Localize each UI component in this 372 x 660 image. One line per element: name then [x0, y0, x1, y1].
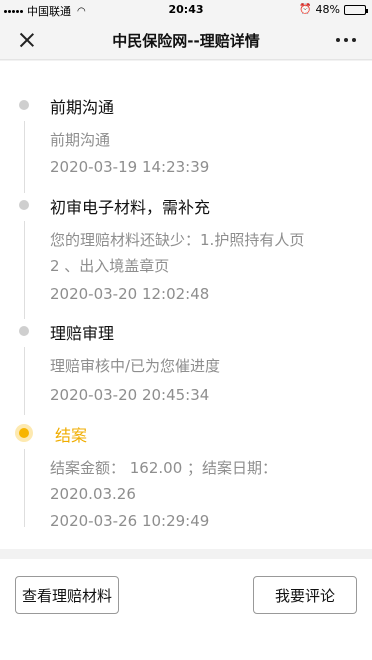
- step-time: 2020-03-20 12:02:48: [50, 285, 210, 303]
- step-dot: [19, 326, 29, 336]
- comment-button[interactable]: 我要评论: [253, 576, 357, 614]
- claim-timeline: 前期沟通 前期沟通 2020-03-19 14:23:39 初审电子材料，需补充…: [0, 61, 372, 549]
- step-dot: [19, 200, 29, 210]
- step-time: 2020-03-19 14:23:39: [50, 158, 210, 176]
- close-icon[interactable]: [14, 27, 40, 53]
- step-detail: 理赔审核中/已为您催进度: [50, 357, 221, 375]
- step-detail: 结案金额： 162.00 ；结案日期： 2020.03.26: [50, 459, 278, 503]
- step-line: [24, 449, 25, 527]
- step-title: 理赔审理: [50, 324, 115, 343]
- battery-percent: 48%: [315, 3, 340, 16]
- view-materials-button[interactable]: 查看理赔材料: [15, 576, 119, 614]
- step-title: 前期沟通: [50, 98, 115, 117]
- more-icon[interactable]: [336, 38, 356, 42]
- step-dot-active: [19, 428, 29, 438]
- step-line: [24, 347, 25, 415]
- step-time: 2020-03-26 10:29:49: [50, 512, 210, 530]
- action-bar: 查看理赔材料 我要评论: [0, 559, 372, 660]
- status-right: ⏰ 48%: [299, 3, 368, 16]
- alarm-icon: ⏰: [299, 4, 312, 15]
- step-dot: [19, 100, 29, 110]
- battery-icon: [344, 4, 368, 15]
- step-detail: 前期沟通: [50, 131, 111, 149]
- step-title: 结案: [55, 426, 88, 445]
- step-title: 初审电子材料，需补充: [50, 198, 211, 217]
- step-line: [24, 221, 25, 319]
- status-bar: 中国联通 ◠ 20:43 ⏰ 48%: [0, 0, 372, 20]
- step-line: [24, 121, 25, 193]
- nav-bar: 中民保险网--理赔详情: [0, 20, 372, 60]
- step-time: 2020-03-20 20:45:34: [50, 386, 210, 404]
- step-detail: 您的理赔材料还缺少：1.护照持有人页 2 、出入境盖章页: [50, 231, 305, 275]
- page-title: 中民保险网--理赔详情: [112, 32, 260, 50]
